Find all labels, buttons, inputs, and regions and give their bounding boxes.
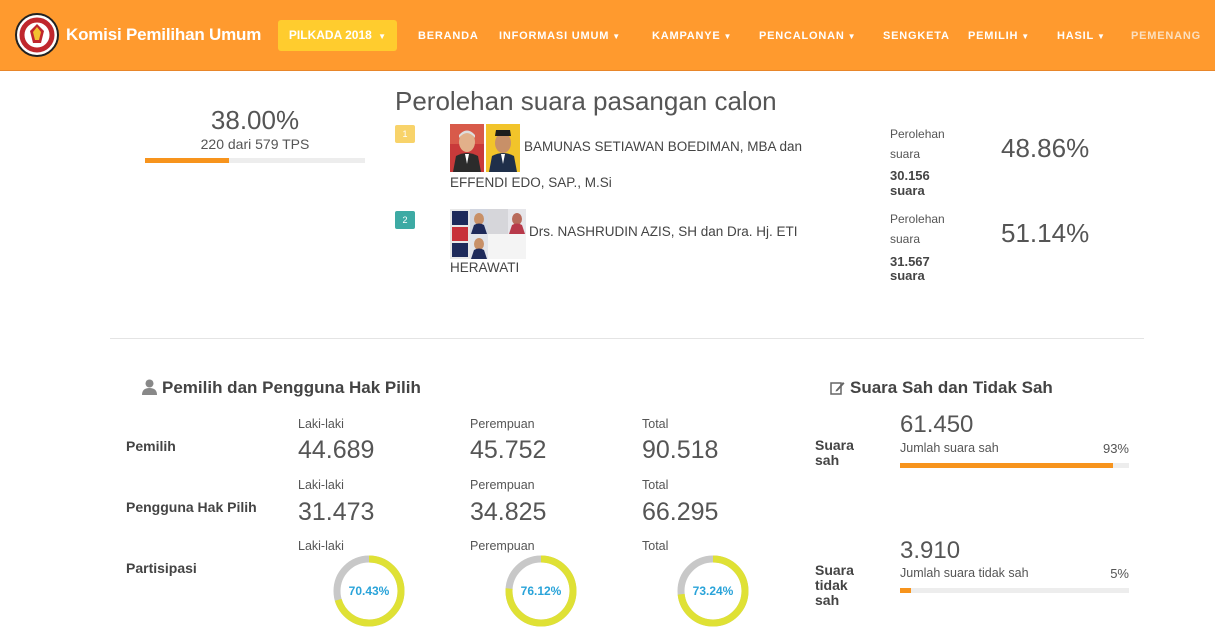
nav-label: BERANDA [418, 30, 479, 42]
invalid-votes-bar [900, 588, 1129, 593]
voters-title-text: Pemilih dan Pengguna Hak Pilih [162, 378, 421, 397]
invalid-votes-percent: 5% [1110, 566, 1129, 581]
column-label: Laki-laki [298, 478, 344, 492]
invalid-votes-desc: Jumlah suara tidak sah [900, 566, 1029, 580]
invalid-votes-label: Suara tidak sah [815, 563, 854, 608]
column-label: Total [642, 539, 669, 553]
vote-unit: suara [890, 183, 925, 198]
participation-value: 73.24% [692, 584, 734, 598]
participation-donut-female: 76.12% [504, 554, 578, 628]
candidate-name-line: BAMUNAS SETIAWAN BOEDIMAN, MBA dan [524, 139, 803, 154]
voters-section-title: Pemilih dan Pengguna Hak Pilih [142, 378, 421, 400]
pilkada-dropdown[interactable]: PILKADA 2018 ▼ [278, 20, 397, 51]
candidate-number-badge: 2 [395, 211, 415, 229]
nav-label: INFORMASI UMUM [499, 30, 610, 42]
nav-sengketa[interactable]: SENGKETA [883, 30, 950, 42]
nav-beranda[interactable]: BERANDA [418, 30, 479, 42]
candidate-number-badge: 1 [395, 125, 415, 143]
vote-count: 30.156 [890, 168, 930, 183]
tps-detail: 220 dari 579 TPS [200, 136, 310, 152]
nav-informasi-umum[interactable]: INFORMASI UMUM ▼ [499, 30, 621, 42]
voter-count: 44.689 [298, 436, 375, 464]
chevron-down-icon: ▼ [612, 32, 621, 41]
voter-count: 45.752 [470, 436, 547, 464]
label-line: sah [815, 592, 840, 608]
invalid-votes-count: 3.910 [900, 537, 961, 564]
column-label: Laki-laki [298, 417, 344, 431]
vote-label: Perolehan [890, 212, 945, 226]
vote-label: suara [890, 232, 921, 246]
candidate-name-line: EFFENDI EDO, SAP., M.Si [450, 175, 612, 190]
nav-label: SENGKETA [883, 30, 950, 42]
chevron-down-icon: ▼ [1021, 32, 1030, 41]
vote-percent: 48.86% [1001, 133, 1090, 163]
valid-votes-count: 61.450 [900, 411, 974, 438]
top-navbar: Komisi Pemilihan Umum PILKADA 2018 ▼ BER… [0, 0, 1215, 71]
user-count: 34.825 [470, 498, 547, 526]
valid-votes-desc: Jumlah suara sah [900, 441, 999, 455]
user-icon [142, 379, 157, 400]
row-label-pemilih: Pemilih [126, 438, 176, 454]
valid-votes-percent: 93% [1102, 441, 1129, 456]
validity-section-title: Suara Sah dan Tidak Sah [830, 378, 1053, 400]
nav-label: HASIL [1057, 30, 1094, 42]
edit-icon [830, 380, 845, 400]
label-line: sah [815, 452, 840, 468]
chevron-down-icon: ▼ [1097, 32, 1106, 41]
tps-percent: 38.00% [210, 105, 300, 135]
candidate-name-line: HERAWATI [450, 260, 520, 275]
column-label: Perempuan [470, 539, 535, 553]
nav-label: KAMPANYE [652, 30, 721, 42]
label-line: Suara [815, 437, 854, 453]
nav-hasil[interactable]: HASIL ▼ [1057, 30, 1106, 42]
column-label: Perempuan [470, 417, 535, 431]
chevron-down-icon: ▼ [723, 32, 733, 41]
column-label: Laki-laki [298, 539, 344, 553]
section-divider [110, 338, 1144, 339]
validity-title-text: Suara Sah dan Tidak Sah [850, 378, 1053, 397]
participation-donut-total: 73.24% [676, 554, 750, 628]
chevron-down-icon: ▼ [847, 32, 857, 41]
column-label: Total [642, 417, 669, 431]
valid-votes-bar [900, 463, 1129, 468]
nav-label: PENCALONAN [759, 30, 845, 42]
vote-label: Perolehan [890, 127, 945, 141]
row-label-pengguna: Pengguna Hak Pilih [126, 499, 257, 515]
nav-pemenang[interactable]: PEMENANG [1131, 30, 1201, 42]
candidate-name-line: Drs. NASHRUDIN AZIS, SH dan Dra. Hj. ETI [529, 224, 798, 239]
user-count: 31.473 [298, 498, 375, 526]
nav-kampanye[interactable]: KAMPANYE ▼ [652, 30, 732, 42]
vote-label: suara [890, 147, 921, 161]
column-label: Perempuan [470, 478, 535, 492]
label-line: Suara [815, 562, 854, 578]
vote-count: 31.567 [890, 254, 930, 269]
participation-donut-male: 70.43% [332, 554, 406, 628]
pilkada-label: PILKADA 2018 [288, 28, 372, 42]
vote-percent: 51.14% [1001, 218, 1090, 248]
participation-value: 76.12% [520, 584, 562, 598]
voter-count: 90.518 [642, 436, 719, 464]
brand-title[interactable]: Komisi Pemilihan Umum [66, 25, 261, 45]
nav-label: PEMENANG [1131, 30, 1201, 42]
nav-label: PEMILIH [968, 30, 1019, 42]
row-label-partisipasi: Partisipasi [126, 560, 197, 576]
tps-progress-fill [145, 158, 229, 163]
column-label: Total [642, 478, 669, 492]
tps-progress-bar [145, 158, 365, 163]
vote-unit: suara [890, 268, 925, 283]
valid-votes-label: Suara sah [815, 438, 854, 468]
participation-value: 70.43% [348, 584, 390, 598]
valid-votes-bar-fill [900, 463, 1113, 468]
label-line: tidak [815, 577, 848, 593]
results-title: Perolehan suara pasangan calon [395, 86, 777, 116]
kpu-logo[interactable] [15, 13, 59, 57]
nav-pencalonan[interactable]: PENCALONAN ▼ [759, 30, 856, 42]
nav-pemilih[interactable]: PEMILIH ▼ [968, 30, 1030, 42]
invalid-votes-bar-fill [900, 588, 912, 593]
user-count: 66.295 [642, 498, 719, 526]
chevron-down-icon: ▼ [378, 32, 387, 41]
